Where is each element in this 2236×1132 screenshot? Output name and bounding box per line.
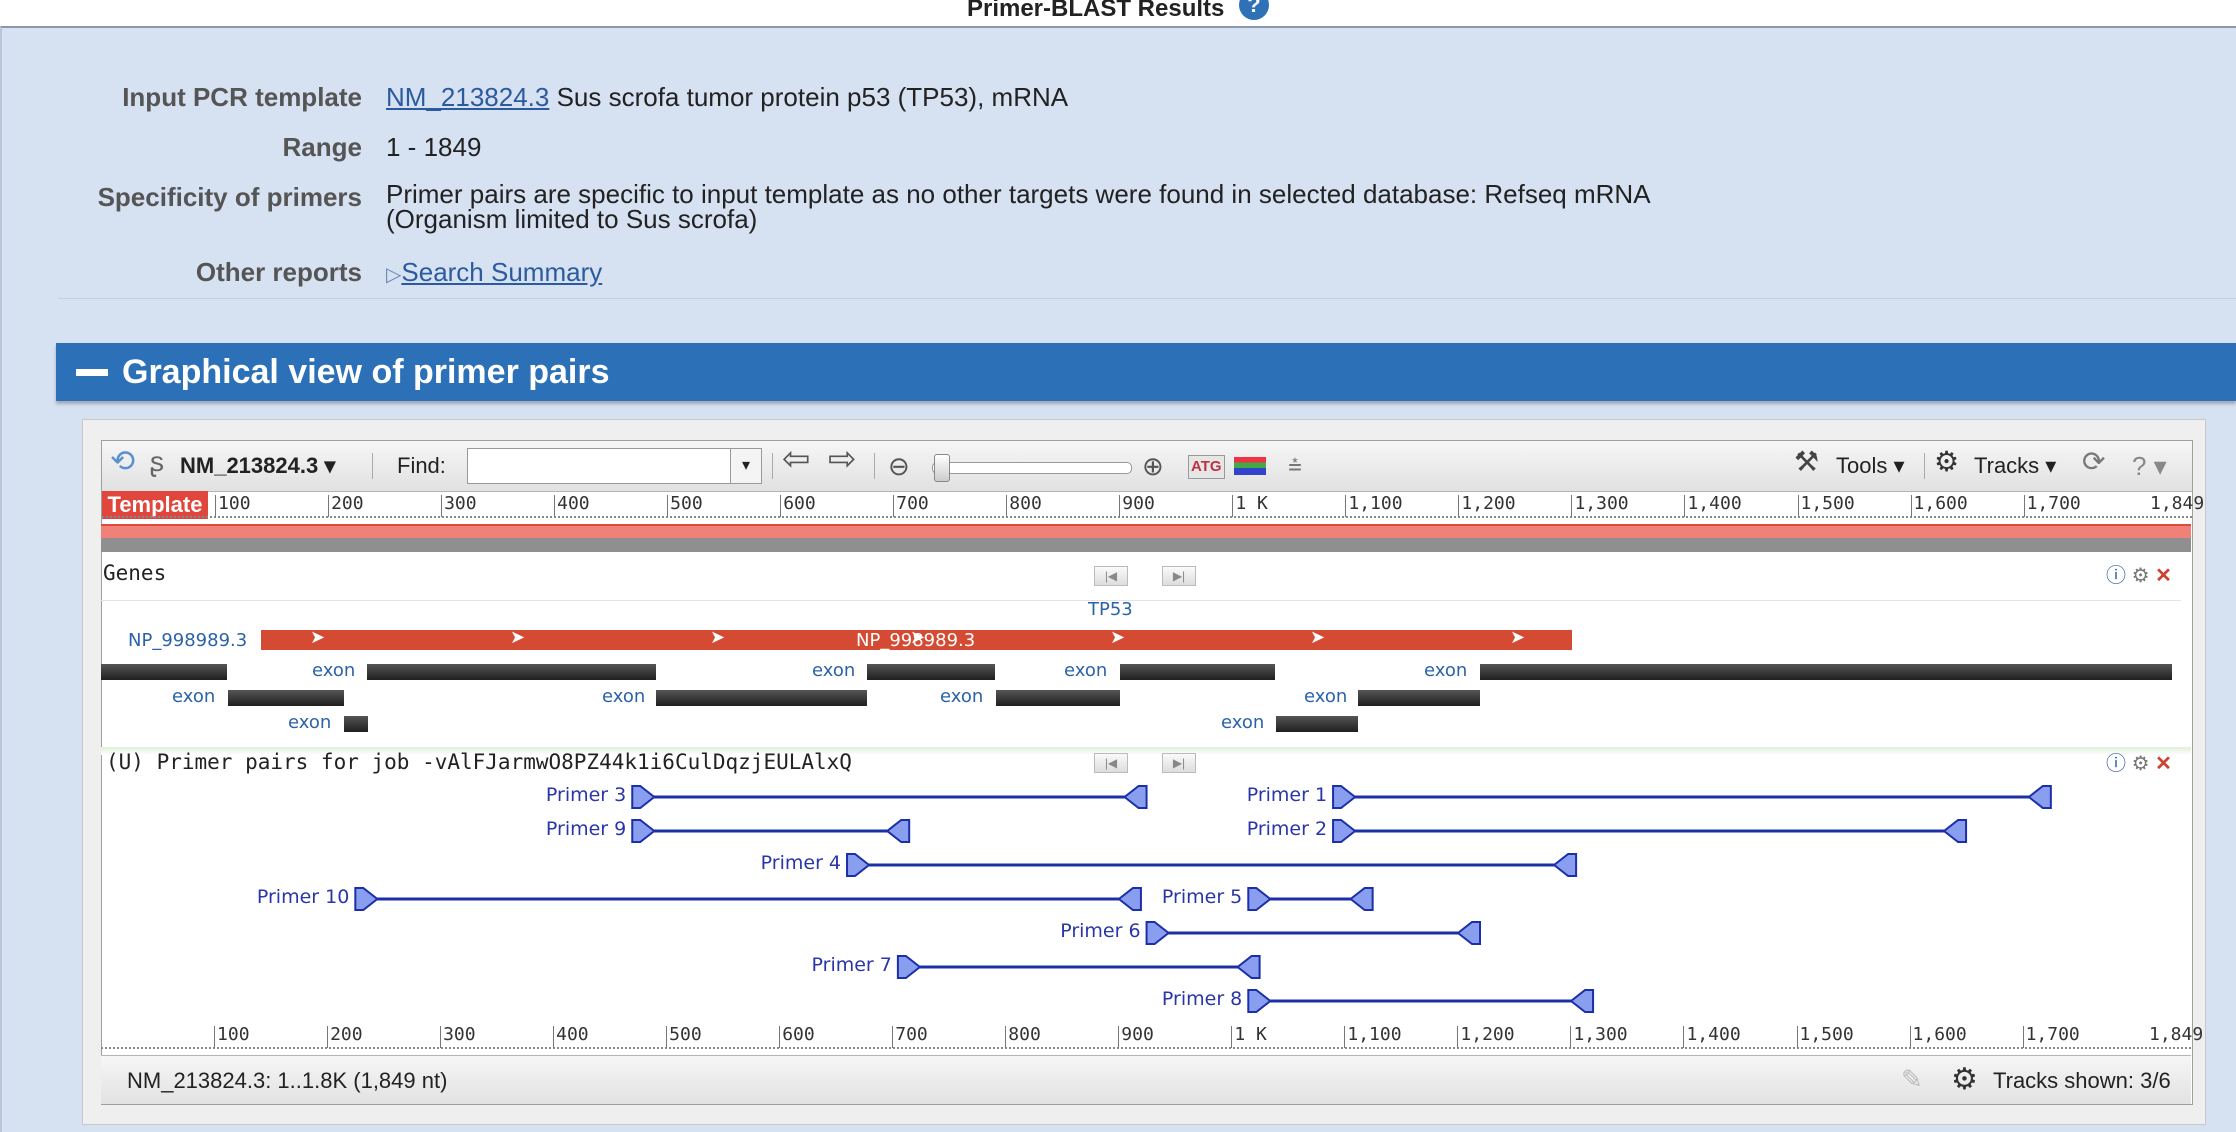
reverse-primer-arrow [1456, 921, 1482, 945]
primer-pair[interactable] [631, 785, 1148, 809]
reverse-primer-arrow [1942, 819, 1968, 843]
ruler-tick: 1,500 [1796, 1026, 1854, 1048]
ruler-tick: 400 [553, 1026, 589, 1048]
forward-primer-arrow [1247, 989, 1272, 1013]
reverse-primer-arrow [1349, 887, 1374, 911]
ruler-tick: 1,849 [2149, 1024, 2204, 1045]
primer-pair[interactable] [1145, 921, 1482, 945]
ruler-tick: 1,100 [1344, 1026, 1402, 1048]
ruler-tick: 1,600 [1909, 1026, 1967, 1048]
primer-pair[interactable] [631, 819, 911, 843]
primer-label[interactable]: Primer 6 [1017, 920, 1140, 942]
primer-pair[interactable] [1247, 887, 1374, 911]
ruler-tick: 900 [1118, 1026, 1154, 1048]
forward-primer-arrow [631, 819, 656, 843]
primer-label[interactable]: Primer 7 [768, 954, 892, 976]
forward-primer-arrow [1332, 819, 1357, 843]
ruler-tick: 1,400 [1683, 1026, 1741, 1048]
ruler-tick: 700 [892, 1026, 928, 1048]
status-range: NM_213824.3: 1..1.8K (1,849 nt) [127, 1068, 448, 1093]
reverse-primer-arrow [1569, 989, 1595, 1013]
primer-pairs-graphic [354, 785, 2052, 1013]
primer-pair[interactable] [846, 853, 1578, 877]
reverse-primer-arrow [1235, 955, 1261, 979]
edit-icon[interactable]: ✎ [1901, 1064, 1923, 1095]
primer-label[interactable]: Primer 1 [1203, 784, 1327, 806]
forward-primer-arrow [846, 853, 871, 877]
primer-label[interactable]: Primer 2 [1203, 818, 1327, 840]
reverse-primer-arrow [2027, 785, 2052, 809]
ruler-tick: 600 [779, 1026, 815, 1048]
primer-label[interactable]: Primer 10 [225, 886, 349, 908]
reverse-primer-arrow [1122, 785, 1148, 809]
bottom-ruler: 100 200 300 400 500 600 700 800 900 1 K 1,100 1,200… [101, 1022, 2203, 1052]
reverse-primer-arrow [885, 819, 911, 843]
primer-label[interactable]: Primer 5 [1118, 886, 1242, 908]
forward-primer-arrow [354, 887, 379, 911]
primer-pair[interactable] [896, 955, 1261, 979]
ruler-tick: 500 [666, 1026, 702, 1048]
forward-primer-arrow [1332, 785, 1357, 809]
ruler-tick: 1,300 [1570, 1026, 1628, 1048]
forward-primer-arrow [896, 955, 922, 979]
ruler-tick: 100 [214, 1026, 250, 1048]
primer-label[interactable]: Primer 4 [717, 852, 841, 874]
ruler-tick: 1,700 [2022, 1026, 2080, 1048]
primer-label[interactable]: Primer 3 [502, 784, 626, 806]
tracks-shown: Tracks shown: 3/6 [1993, 1068, 2171, 1093]
status-bar: NM_213824.3: 1..1.8K (1,849 nt) ✎ ⚙ Trac… [101, 1055, 2191, 1104]
gear-icon[interactable]: ⚙ [1951, 1062, 1978, 1097]
primer-pair[interactable] [1332, 819, 1968, 843]
primer-label[interactable]: Primer 8 [1118, 988, 1242, 1010]
ruler-tick: 800 [1005, 1026, 1041, 1048]
reverse-primer-arrow [1552, 853, 1578, 877]
ruler-tick: 300 [440, 1026, 476, 1048]
primer-pair[interactable] [1332, 785, 2052, 809]
ruler-tick: 200 [327, 1026, 363, 1048]
ruler-tick: 1 K [1231, 1026, 1267, 1048]
primer-pair[interactable] [354, 887, 1142, 911]
ruler-tick: 1,200 [1457, 1026, 1515, 1048]
primer-pair[interactable] [1247, 989, 1595, 1013]
primer-label[interactable]: Primer 9 [502, 818, 626, 840]
forward-primer-arrow [1247, 887, 1272, 911]
forward-primer-arrow [631, 785, 656, 809]
forward-primer-arrow [1145, 921, 1171, 945]
